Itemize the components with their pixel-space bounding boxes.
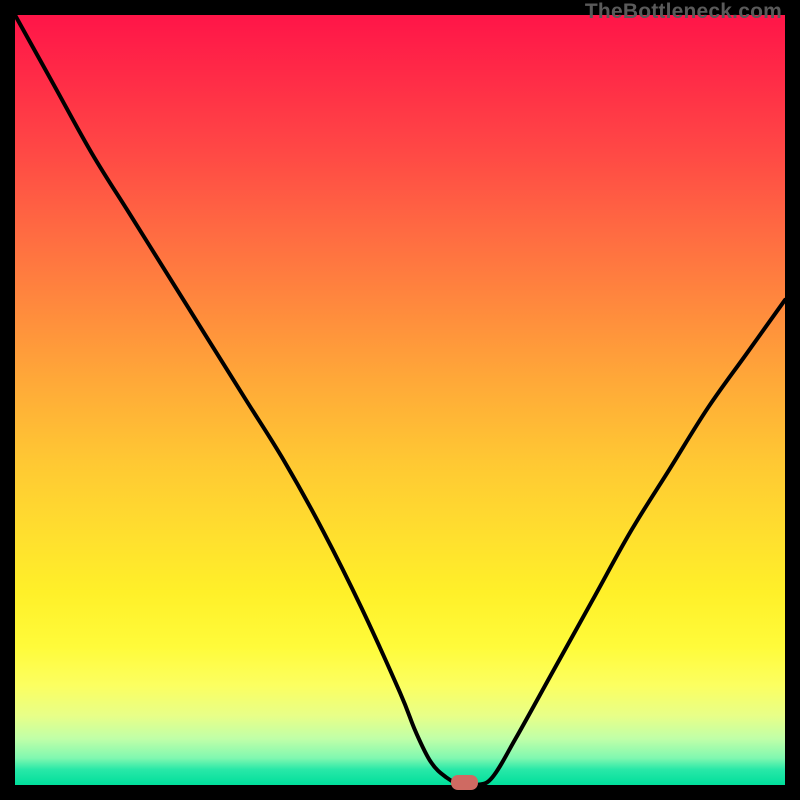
- watermark-text: TheBottleneck.com: [585, 0, 782, 24]
- bottleneck-marker: [451, 775, 478, 790]
- chart-root: TheBottleneck.com: [0, 0, 800, 800]
- plot-gradient-background: [15, 15, 785, 785]
